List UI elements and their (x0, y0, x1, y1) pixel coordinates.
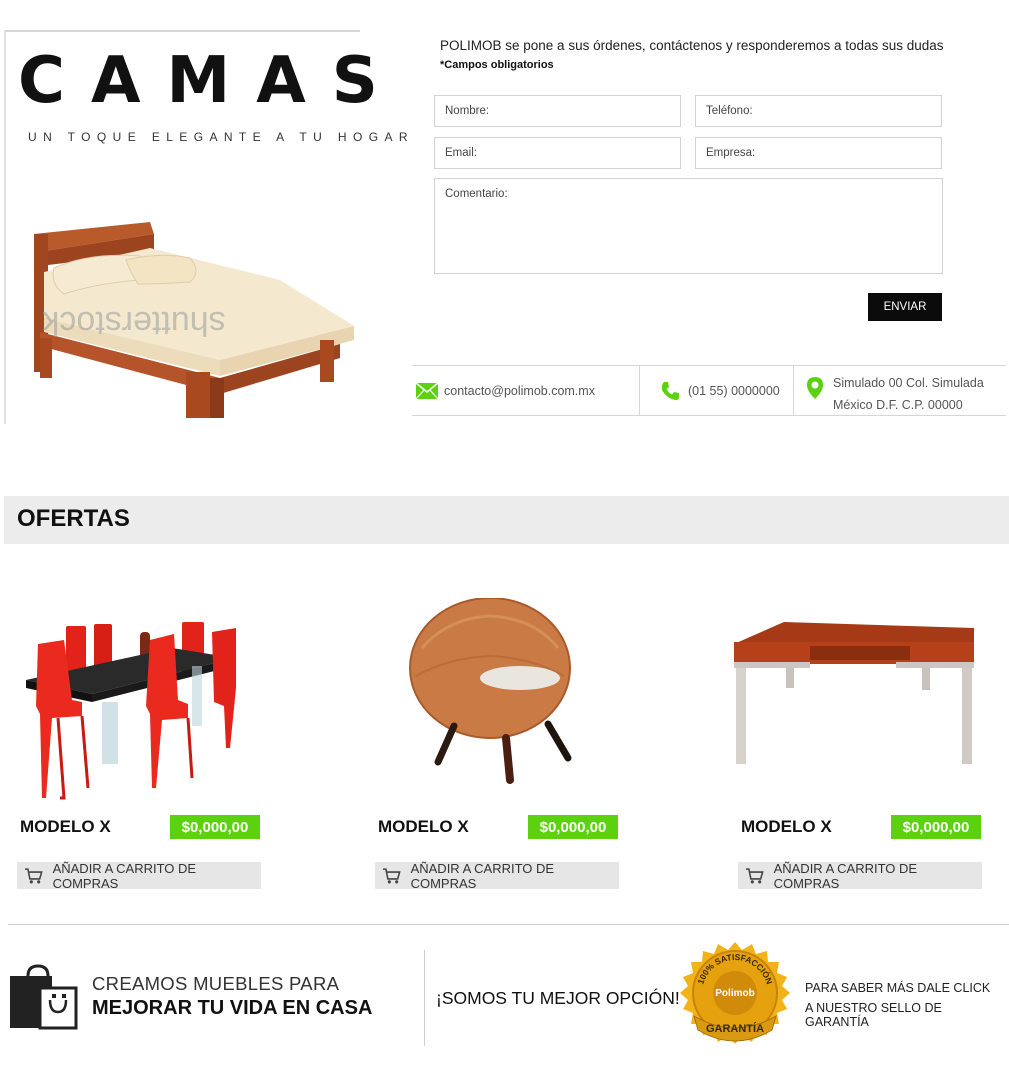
phone-icon (661, 381, 679, 400)
add-to-cart-label: AÑADIR A CARRITO DE COMPRAS (773, 860, 918, 891)
cart-icon (382, 867, 401, 883)
email-field[interactable]: Email: (434, 137, 681, 169)
add-to-cart-label: AÑADIR A CARRITO DE COMPRAS (410, 860, 555, 891)
hero-banner: CAMAS UN TOQUE ELEGANTE A TU HOGAR shutt… (4, 30, 408, 424)
seal-brand: Polimob (715, 988, 754, 999)
watermark-text: shutterstock (41, 304, 225, 342)
footer-vertical-divider (424, 950, 425, 1046)
contact-info-bar: contacto@polimob.com.mx (01 55) 0000000 … (412, 365, 1006, 416)
contact-phone-text: (01 55) 0000000 (688, 383, 780, 398)
company-label: Empresa: (706, 147, 756, 159)
bed-image: shutterstock (34, 222, 354, 418)
add-to-cart-label: AÑADIR A CARRITO DE COMPRAS (52, 860, 197, 891)
add-to-cart-button[interactable]: AÑADIR A CARRITO DE COMPRAS (17, 860, 261, 891)
address-line-2: México D.F. C.P. 00000 (833, 398, 963, 412)
divider (639, 366, 640, 415)
send-button[interactable]: ENVIAR (868, 293, 942, 321)
guarantee-text-1[interactable]: PARA SABER MÁS DALE CLICK (805, 981, 990, 995)
offers-heading: OFERTAS (17, 505, 130, 532)
product-image-dining-set (26, 622, 236, 800)
product-name: MODELO X (20, 817, 111, 836)
phone-label: Teléfono: (706, 105, 753, 117)
email-label: Email: (445, 147, 477, 159)
contact-phone: (01 55) 0000000 (660, 366, 780, 415)
product-name: MODELO X (378, 817, 469, 836)
contact-email[interactable]: contacto@polimob.com.mx (416, 366, 595, 415)
footer-tagline-2: MEJORAR TU VIDA EN CASA (92, 997, 373, 1019)
comment-label: Comentario: (445, 188, 508, 200)
phone-field[interactable]: Teléfono: (695, 95, 942, 127)
cart-icon (745, 867, 764, 883)
add-to-cart-button[interactable]: AÑADIR A CARRITO DE COMPRAS (375, 860, 619, 891)
product-price: $0,000,00 (891, 815, 981, 839)
footer-divider (8, 924, 1009, 925)
product-name: MODELO X (741, 817, 832, 836)
address-line-1: Simulado 00 Col. Simulada (833, 376, 984, 390)
hero-title: CAMAS (18, 44, 404, 118)
guarantee-text-2[interactable]: A NUESTRO SELLO DE GARANTÍA (805, 1001, 1009, 1029)
map-pin-icon (807, 377, 823, 399)
footer-slogan: ¡SOMOS TU MEJOR OPCIÓN! (436, 988, 680, 1008)
product-image-table (734, 622, 974, 764)
shopping-bag-icon (10, 964, 78, 1030)
product-price: $0,000,00 (170, 815, 260, 839)
required-note: *Campos obligatorios (440, 59, 554, 71)
form-intro: POLIMOB se pone a sus órdenes, contácten… (440, 38, 944, 53)
comment-field[interactable]: Comentario: (434, 178, 943, 274)
company-field[interactable]: Empresa: (695, 137, 942, 169)
product-image-wicker-chair (409, 598, 572, 784)
footer-tagline-1: CREAMOS MUEBLES PARA (92, 973, 340, 994)
offers-header: OFERTAS (4, 496, 1009, 544)
name-label: Nombre: (445, 105, 490, 117)
contact-email-text: contacto@polimob.com.mx (444, 383, 595, 398)
envelope-icon (416, 382, 438, 399)
hero-subtitle: UN TOQUE ELEGANTE A TU HOGAR (28, 130, 414, 144)
seal-ribbon-text: GARANTÍA (706, 1022, 764, 1035)
add-to-cart-button[interactable]: AÑADIR A CARRITO DE COMPRAS (738, 860, 982, 891)
contact-address: Simulado 00 Col. Simulada México D.F. C.… (806, 366, 984, 415)
divider (793, 366, 794, 415)
product-price: $0,000,00 (528, 815, 618, 839)
name-field[interactable]: Nombre: (434, 95, 681, 127)
cart-icon (24, 867, 43, 883)
guarantee-seal[interactable]: 100% SATISFACCIÓN Polimob GARANTÍA (676, 940, 794, 1054)
